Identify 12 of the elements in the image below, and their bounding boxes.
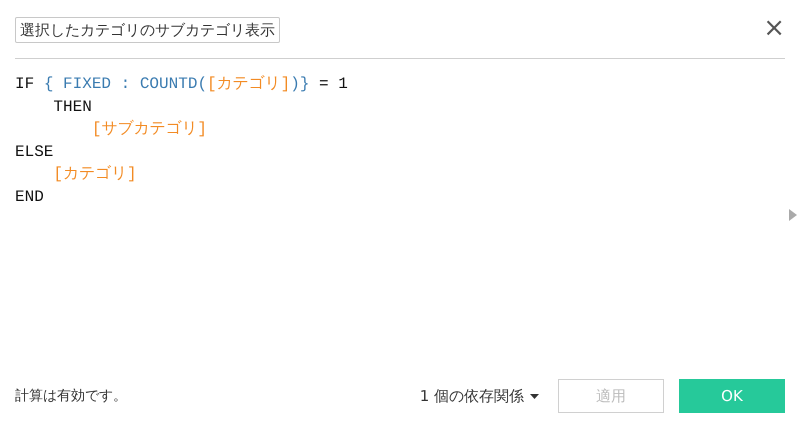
code-line: [サブカテゴリ] <box>90 118 208 140</box>
code-line: END <box>15 186 44 208</box>
calculation-name-field[interactable]: 選択したカテゴリのサブカテゴリ表示 <box>15 17 280 43</box>
close-button[interactable]: × <box>763 17 785 39</box>
code-line: ELSE <box>15 142 54 162</box>
status-text: 計算は有効です。 <box>15 387 128 405</box>
code-line: IF { FIXED : COUNTD([カテゴリ])} = 1 <box>15 74 348 95</box>
dependencies-dropdown[interactable]: 1 個の依存関係 <box>420 386 539 406</box>
code-line: [カテゴリ] <box>52 164 137 185</box>
caret-icon <box>530 394 539 398</box>
expand-arrow-icon[interactable] <box>789 209 797 221</box>
code-line: THEN <box>52 96 92 118</box>
